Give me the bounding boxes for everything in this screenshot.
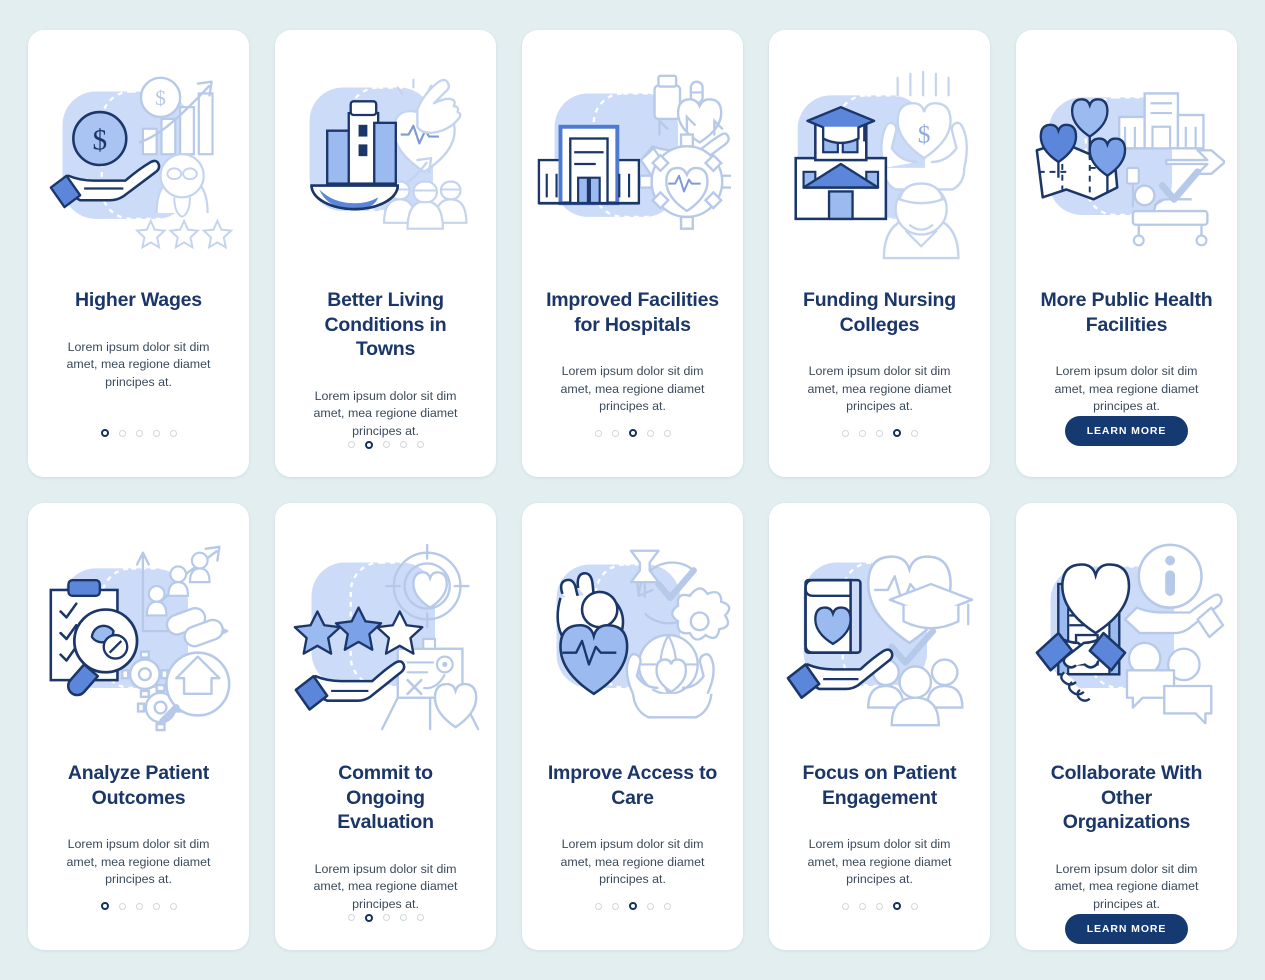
pagination-dot[interactable] [169,429,177,437]
pagination-dot[interactable] [135,429,143,437]
screen-title: Better Living Conditions in Towns [324,289,447,361]
screen-description: Lorem ipsum dolor sit dim amet, mea regi… [560,364,705,414]
pagination-dot[interactable] [399,441,407,449]
pagination-dot[interactable] [416,441,424,449]
illustration-hand-three-stars-target-heart-presentation-board [288,539,484,735]
pagination-dot[interactable] [841,902,849,910]
screens-row-1: $ $ Higher Wages Lorem ipsum dolor sit d… [28,30,1237,477]
screen-description: Lorem ipsum dolor sit dim amet, mea regi… [313,388,458,438]
illustration-map-heart-pins-clinic-buildings-arrow-hospital-bed-check [1029,66,1225,262]
pagination-dot[interactable] [663,902,671,910]
pagination-dots[interactable] [100,900,177,912]
pagination-dots[interactable] [594,427,671,439]
pagination-dot[interactable] [118,902,126,910]
pagination-dot[interactable] [646,902,654,910]
learn-more-button[interactable]: LEARN MORE [1064,415,1189,446]
illustration-handshake-heart-document-info-person-hand-chat-bubbles [1029,539,1225,735]
onboarding-screen-more-public-health-facilities[interactable]: More Public Health Facilities Lorem ipsu… [1016,30,1237,477]
onboarding-screen-commit-to-ongoing-evaluation[interactable]: Commit to Ongoing Evaluation Lorem ipsum… [275,503,496,950]
screen-title: Focus on Patient Engagement [802,762,957,809]
pagination-dot[interactable] [594,429,602,437]
screen-description: Lorem ipsum dolor sit dim amet, mea regi… [1054,364,1199,414]
pagination-dot[interactable] [152,429,160,437]
screen-title: Commit to Ongoing Evaluation [337,762,434,834]
pagination-dot[interactable] [382,441,390,449]
screen-description: Lorem ipsum dolor sit dim amet, mea regi… [807,364,952,414]
pagination-dot[interactable] [663,429,671,437]
pagination-dot[interactable] [910,902,918,910]
pagination-dot[interactable] [858,902,866,910]
pagination-dot[interactable] [152,902,160,910]
illustration-college-building-graduation-cap-hands-heart-dollar-nurse: $ [782,66,978,262]
pagination-dot[interactable] [594,902,602,910]
pagination-dots[interactable] [594,900,671,912]
pagination-dot[interactable] [347,914,355,922]
screen-description: Lorem ipsum dolor sit dim amet, mea regi… [1054,861,1199,911]
screen-title: Collaborate With Other Organizations [1050,762,1203,834]
screen-title: Improved Facilities for Hospitals [546,289,719,336]
pagination-dots[interactable] [841,427,918,439]
pagination-dots[interactable] [347,913,424,922]
pagination-dot[interactable] [858,429,866,437]
pagination-dot[interactable] [364,440,373,449]
onboarding-screen-higher-wages[interactable]: $ $ Higher Wages Lorem ipsum dolor sit d… [28,30,249,477]
screen-title: Improve Access to Care [547,762,718,809]
learn-more-button[interactable]: LEARN MORE [1064,913,1189,944]
screen-title: Higher Wages [75,289,202,311]
pagination-dot[interactable] [875,429,883,437]
illustration-clipboard-checklist-magnifier-pills-chart-people-gears-arrow [41,539,237,735]
onboarding-screen-focus-on-patient-engagement[interactable]: Focus on Patient Engagement Lorem ipsum … [769,503,990,950]
screen-title: Analyze Patient Outcomes [67,762,210,809]
screen-description: Lorem ipsum dolor sit dim amet, mea regi… [560,837,705,887]
screen-description: Lorem ipsum dolor sit dim amet, mea regi… [66,339,211,389]
onboarding-screen-improve-access-to-care[interactable]: Improve Access to Care Lorem ipsum dolor… [522,503,743,950]
screen-title: More Public Health Facilities [1040,289,1213,336]
illustration-hand-holding-dollar-coin-bar-chart-doctor-stars: $ $ [41,66,237,262]
pagination-dot[interactable] [169,902,177,910]
pagination-dot[interactable] [628,429,637,437]
screens-row-2: Analyze Patient Outcomes Lorem ipsum dol… [28,503,1237,950]
illustration-city-buildings-globe-heart-pulse-hand-people-arrow [288,66,484,262]
illustration-hospital-building-medicine-bottle-hand-gear-heart-pulse [535,66,731,262]
pagination-dot[interactable] [135,902,143,910]
pagination-dots[interactable] [347,440,424,449]
pagination-dot[interactable] [100,902,109,910]
svg-text:$: $ [917,119,930,148]
svg-text:$: $ [92,124,107,156]
pagination-dot[interactable] [892,429,901,437]
pagination-dot[interactable] [364,913,373,922]
onboarding-screens-board: $ $ Higher Wages Lorem ipsum dolor sit d… [0,0,1265,980]
onboarding-screen-funding-nursing-colleges[interactable]: $ Funding Nursing Colleges Lorem ipsum d… [769,30,990,477]
pagination-dots[interactable] [841,900,918,912]
onboarding-screen-better-living-conditions[interactable]: Better Living Conditions in Towns Lorem … [275,30,496,477]
onboarding-screen-analyze-patient-outcomes[interactable]: Analyze Patient Outcomes Lorem ipsum dol… [28,503,249,950]
illustration-ok-hand-heart-pulse-check-gear-cycle-hands-globe [535,539,731,735]
svg-text:$: $ [155,86,166,110]
pagination-dot[interactable] [611,902,619,910]
pagination-dot[interactable] [875,902,883,910]
screen-description: Lorem ipsum dolor sit dim amet, mea regi… [807,837,952,887]
pagination-dot[interactable] [892,902,901,910]
pagination-dot[interactable] [841,429,849,437]
pagination-dot[interactable] [611,429,619,437]
pagination-dot[interactable] [910,429,918,437]
pagination-dot[interactable] [382,914,390,922]
screen-description: Lorem ipsum dolor sit dim amet, mea regi… [313,861,458,911]
onboarding-screen-collaborate-with-other-organizations[interactable]: Collaborate With Other Organizations Lor… [1016,503,1237,950]
pagination-dot[interactable] [118,429,126,437]
pagination-dot[interactable] [646,429,654,437]
pagination-dot[interactable] [100,429,109,437]
pagination-dots[interactable] [100,427,177,439]
pagination-dot[interactable] [416,914,424,922]
pagination-dot[interactable] [628,902,637,910]
screen-description: Lorem ipsum dolor sit dim amet, mea regi… [66,837,211,887]
pagination-dot[interactable] [347,441,355,449]
illustration-hand-book-heart-pulse-graduation-cap-check-people-group [782,539,978,735]
pagination-dot[interactable] [399,914,407,922]
screen-title: Funding Nursing Colleges [803,289,956,336]
onboarding-screen-improved-facilities[interactable]: Improved Facilities for Hospitals Lorem … [522,30,743,477]
